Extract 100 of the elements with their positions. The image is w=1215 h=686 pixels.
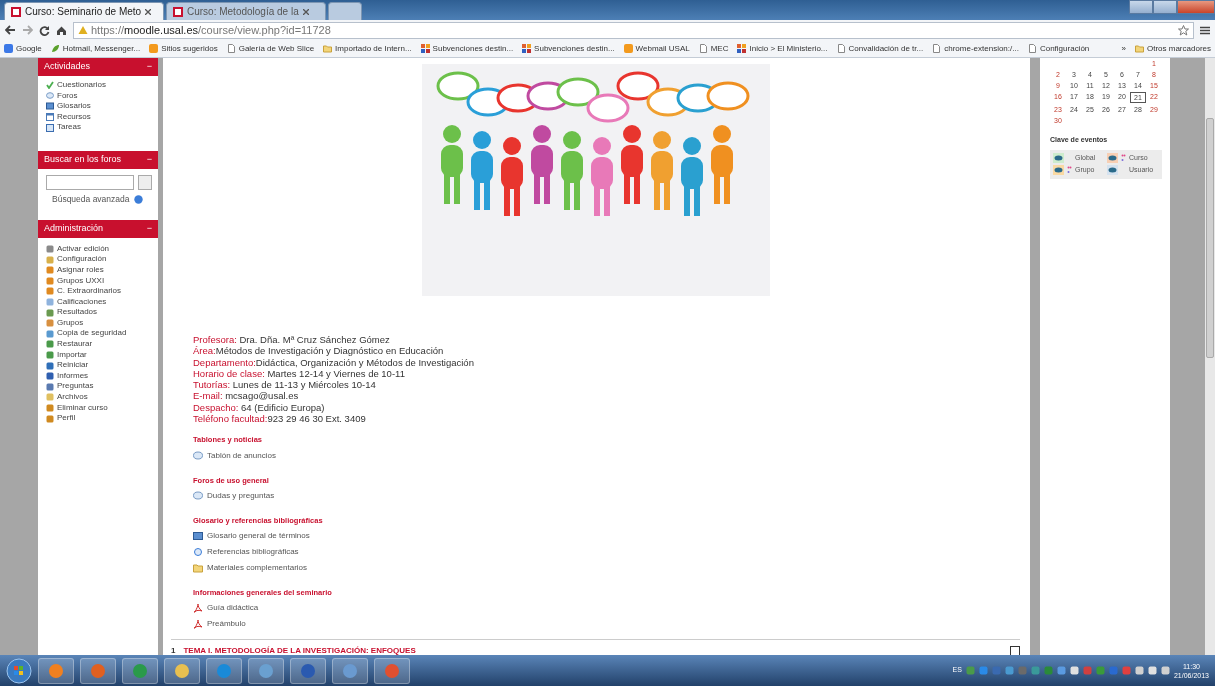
info-line: Horario de clase: Martes 12-14 y Viernes de 10-11 [193, 367, 406, 380]
book-icon [193, 531, 203, 542]
collapse-button[interactable]: − [146, 221, 152, 236]
bookmark-link[interactable]: Galería de Web Slice [226, 42, 315, 55]
bookmark-link[interactable]: Subvenciones destin... [522, 42, 615, 55]
topic-title[interactable]: TEMA I. METODOLOGÍA DE LA INVESTIGACIÓN: ENFOQUES [183, 645, 416, 655]
search-button[interactable] [138, 174, 152, 190]
maximize-button[interactable] [1153, 0, 1177, 14]
taskbar-app-button[interactable] [122, 657, 158, 684]
resource-link[interactable]: Dudas y preguntas [193, 489, 1030, 502]
bookmark-link[interactable]: Google [4, 42, 42, 55]
menu-icon [1200, 25, 1210, 35]
bookmark-link[interactable]: Convalidación de tr... [836, 42, 924, 55]
close-icon [302, 8, 309, 15]
minimize-button[interactable] [1129, 0, 1153, 14]
bookmark-link[interactable]: Inicio > El Ministerio... [737, 42, 828, 55]
admin-link[interactable]: Importar [38, 349, 158, 361]
info-line: Departamento:Didáctica, Organización y Métodos de Investigación [193, 356, 475, 368]
taskbar-app-button[interactable] [206, 657, 242, 684]
event-color-swatch[interactable] [1053, 152, 1064, 163]
taskbar-app-button[interactable] [332, 657, 368, 684]
info-line: Despacho: 64 (Edificio Europa) [193, 401, 326, 414]
admin-link[interactable]: Activar edición [38, 243, 158, 255]
home-icon [56, 24, 67, 36]
bookmark-link[interactable]: MEC [698, 42, 729, 55]
resource-link[interactable]: Materiales complementarios [193, 562, 1030, 575]
admin-link[interactable]: Configuración [38, 254, 158, 265]
app-icon [300, 662, 316, 679]
app-icon [216, 662, 232, 679]
app-icon [384, 662, 400, 679]
bookmarks-overflow-button[interactable]: » [1121, 42, 1126, 55]
taskbar-app-button[interactable] [290, 657, 326, 684]
admin-link[interactable]: Grupos UXXI [38, 275, 158, 287]
admin-link[interactable]: Reiniciar [38, 360, 158, 371]
square-icon [623, 44, 633, 53]
collapse-button[interactable]: − [146, 153, 152, 167]
admin-link[interactable]: Asignar roles [38, 264, 158, 276]
reload-icon [39, 24, 50, 36]
activity-link[interactable]: Recursos [38, 111, 158, 123]
admin-link[interactable]: Archivos [38, 392, 158, 403]
app-icon [90, 662, 106, 679]
bookmark-link[interactable]: Configuración [1027, 42, 1090, 55]
bookmark-link[interactable]: Webmail USAL [623, 42, 690, 55]
taskbar-app-button[interactable] [374, 657, 410, 684]
info-line: Profesora: Dra. Dña. Mª Cruz Sánchez Gómez [193, 334, 391, 346]
admin-link[interactable]: Copia de seguridad [38, 328, 158, 340]
scrollbar-thumb[interactable] [1206, 118, 1214, 358]
collapse-button[interactable]: − [146, 60, 152, 74]
resource-link[interactable]: Glosario general de términos [193, 530, 1030, 543]
taskbar-app-button[interactable] [38, 657, 74, 684]
block-title: Administración [44, 221, 104, 235]
close-button[interactable] [1177, 0, 1215, 14]
info-line: E-mail: mcsago@usal.es [193, 390, 300, 402]
admin-link[interactable]: Informes [38, 370, 158, 382]
new-tab-button[interactable] [328, 2, 362, 20]
search-field[interactable] [46, 174, 134, 190]
browser-tab[interactable]: Curso: Seminario de Meto [4, 2, 164, 20]
address-bar[interactable]: https://moodle.usal.es/course/view.php?id=11728 [73, 21, 1194, 39]
event-color-swatch[interactable] [1107, 152, 1118, 163]
bookmark-link[interactable]: Sitios sugeridos [149, 42, 218, 55]
admin-link[interactable]: C. Extraordinarios [38, 286, 158, 297]
folder-icon [193, 563, 203, 574]
back-icon [5, 25, 16, 35]
app-icon [132, 662, 148, 679]
logo-icon [11, 6, 21, 17]
grid-icon [522, 44, 532, 53]
activity-link[interactable]: Tareas [38, 122, 158, 133]
event-color-swatch[interactable] [1107, 165, 1118, 176]
admin-link[interactable]: Restaurar [38, 339, 158, 350]
url-text: https://moodle.usal.es/course/view.php?id=11728 [91, 22, 331, 38]
browser-tab[interactable]: Curso: Metodología de la [166, 2, 326, 20]
admin-link[interactable]: Eliminar curso [38, 402, 158, 414]
bookmark-link[interactable]: Hotmail, Messenger... [50, 42, 141, 55]
activity-link[interactable]: Glosarios [38, 101, 158, 112]
tile-icon [46, 361, 54, 370]
advanced-search-link[interactable]: Búsqueda avanzada [52, 192, 130, 206]
bookmark-link[interactable]: chrome-extension:/... [932, 42, 1019, 55]
admin-link[interactable]: Grupos [38, 317, 158, 329]
admin-link[interactable]: Perfil [38, 413, 158, 424]
taskbar-app-button[interactable] [248, 657, 284, 684]
lock-icon [78, 25, 88, 35]
resource-link[interactable]: Preámbulo [193, 618, 1030, 631]
event-color-swatch[interactable] [1053, 165, 1064, 176]
admin-link[interactable]: Resultados [38, 307, 158, 318]
app-icon [48, 662, 64, 679]
speech-bubble-icon [46, 91, 54, 100]
bookmark-link[interactable]: Subvenciones destin... [420, 42, 514, 55]
app-icon [258, 662, 274, 679]
activity-link[interactable]: Foros [38, 90, 158, 102]
admin-link[interactable]: Calificaciones [38, 296, 158, 308]
admin-link[interactable]: Preguntas [38, 381, 158, 393]
resource-link[interactable]: Referencias bibliográficas [193, 546, 1030, 559]
taskbar-app-button[interactable] [164, 657, 200, 684]
other-bookmarks-folder[interactable]: Otros marcadores [1134, 42, 1211, 55]
taskbar-app-button[interactable] [80, 657, 116, 684]
activity-link[interactable]: Cuestionarios [38, 80, 158, 91]
bookmark-link[interactable]: Importado de Intern... [323, 42, 412, 55]
resource-link[interactable]: Guía didáctica [193, 602, 1030, 615]
pdf-icon [193, 603, 203, 614]
resource-link[interactable]: Tablón de anuncios [193, 449, 1030, 462]
